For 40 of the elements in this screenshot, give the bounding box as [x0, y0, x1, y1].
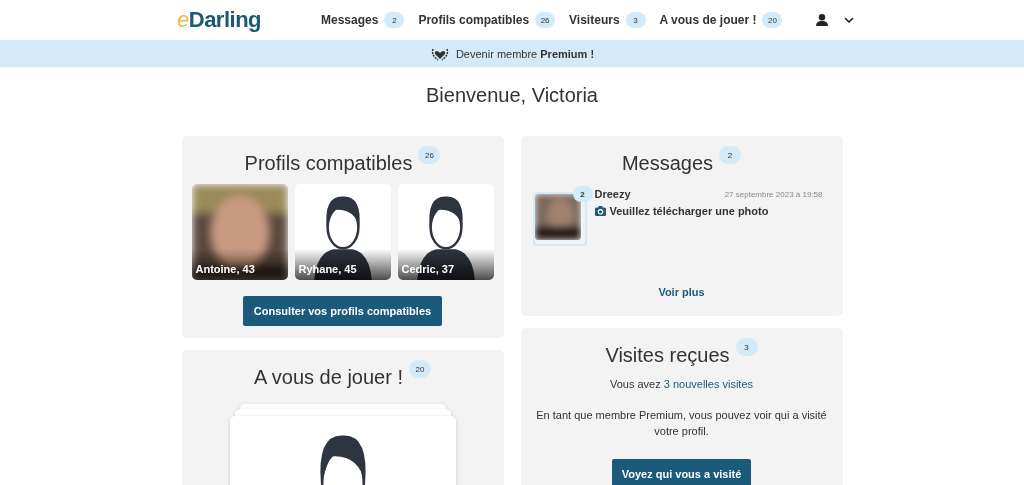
profile-name: Cedric, 37 [397, 249, 494, 280]
chevron-down-icon [844, 17, 854, 23]
card-title: A vous de jouer ! [254, 365, 403, 390]
sender-name: Dreezy [594, 188, 631, 200]
nav-link[interactable]: Messages 2 [321, 12, 405, 28]
premium-info-text: En tant que membre Premium, vous pouvez voir qui a visité votre profil. [535, 408, 828, 439]
count-badge: 2 [572, 186, 593, 202]
profile-name: Ryhane, 45 [294, 249, 391, 280]
message-preview: Veuillez télécharger une photo [609, 205, 769, 217]
laurel-heart-icon [429, 46, 450, 61]
card-title: Messages [621, 151, 714, 176]
visits-summary: Vous avez 3 nouvelles visites [609, 378, 754, 390]
welcome-heading: Bienvenue, Victoria [425, 83, 599, 107]
new-visits-link[interactable]: 3 nouvelles visites [663, 378, 754, 390]
profile-card[interactable]: Antoine, 43 [191, 184, 288, 280]
profile-card[interactable]: Cedric, 37 [397, 184, 494, 280]
nav-link[interactable]: Visiteurs 3 [569, 12, 646, 28]
compatible-profiles-button[interactable]: Consulter vos profils compatibles [242, 296, 443, 326]
premium-banner-link[interactable]: Devenir membre Premium ! [455, 47, 595, 60]
count-badge: 2 [384, 12, 405, 28]
nav-link[interactable]: A vous de jouer ! 20 [659, 12, 783, 28]
count-badge: 26 [535, 12, 556, 28]
see-visitors-button[interactable]: Voyez qui vous a visité [611, 459, 752, 485]
card-title: Visites reçues [605, 343, 730, 368]
profile-name: Antoine, 43 [191, 249, 288, 280]
count-badge: 20 [762, 12, 783, 28]
see-more-link[interactable]: Voir plus [658, 286, 705, 298]
camera-icon [594, 206, 606, 216]
count-badge: 2 [719, 146, 742, 164]
message-date: 27 septembre 2023 à 19:58 [724, 189, 824, 199]
message-row[interactable]: 2 Dreezy 27 septembre 2023 à 19:58 Veuillez télécharger une photo [530, 188, 833, 246]
count-badge: 3 [625, 12, 646, 28]
user-icon [816, 14, 828, 26]
nav-link[interactable]: Profils compatibles 26 [418, 12, 556, 28]
count-badge: 26 [418, 146, 441, 164]
card-title: Profils compatibles [244, 151, 413, 176]
profile-card[interactable]: Ryhane, 45 [294, 184, 391, 280]
count-badge: 3 [735, 338, 758, 356]
logo[interactable]: eDarling [177, 7, 307, 33]
count-badge: 20 [409, 360, 431, 378]
